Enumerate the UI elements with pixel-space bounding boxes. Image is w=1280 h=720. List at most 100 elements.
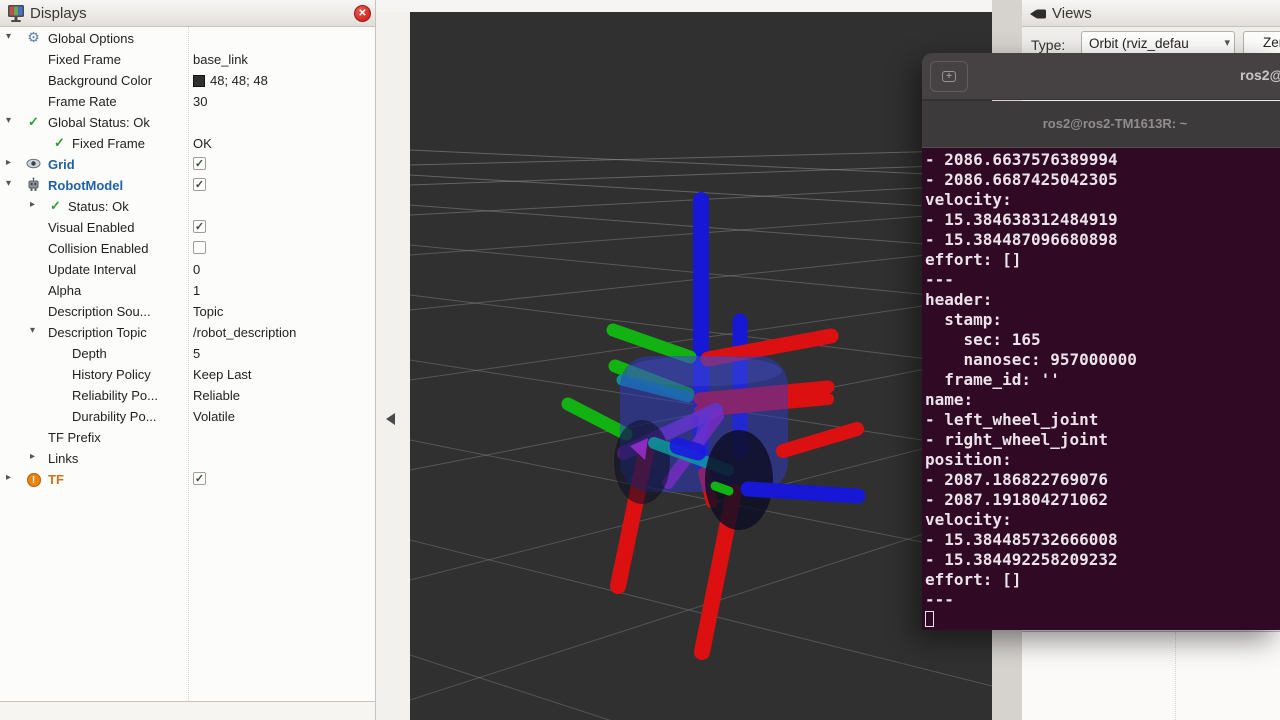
view-type-select[interactable]: Orbit (rviz_defau ▾ — [1081, 31, 1235, 55]
check-icon: ✓ — [50, 198, 61, 213]
checkbox-grid[interactable]: ✓ — [193, 157, 206, 170]
views-panel-header[interactable]: Views — [1022, 0, 1280, 27]
collapse-arrow-icon[interactable]: ▸ — [30, 451, 35, 462]
tree-row-durability-po[interactable]: Durability Po... Volatile — [0, 406, 375, 427]
collapse-arrow-icon[interactable]: ▸ — [6, 157, 11, 168]
3d-viewport[interactable] — [376, 0, 992, 720]
terminal-line: --- — [925, 590, 1280, 610]
left-splitter[interactable] — [376, 0, 410, 720]
check-icon: ✓ — [28, 114, 39, 129]
tree-label-collision-enabled: Collision Enabled — [48, 241, 148, 256]
terminal-line: position: — [925, 450, 1280, 470]
tree-value-history-policy[interactable]: Keep Last — [193, 367, 252, 382]
close-icon[interactable]: ✕ — [354, 5, 371, 22]
terminal-tab-bar[interactable]: ros2@ros2-TM1613R: ~ — [922, 101, 1280, 148]
tree-row-description-topic[interactable]: ▾Description Topic/robot_description — [0, 322, 375, 343]
tree-label-background-color: Background Color — [48, 73, 152, 88]
tree-row-alpha[interactable]: Alpha 1 — [0, 280, 375, 301]
terminal-cursor-line — [925, 610, 1280, 630]
tree-label-tf-prefix: TF Prefix — [48, 430, 101, 445]
tree-row-links[interactable]: ▸ Links — [0, 448, 375, 469]
terminal-line: - 15.384492258209232 — [925, 550, 1280, 570]
tf-y-axis-wheel — [715, 486, 729, 491]
expand-arrow-icon[interactable]: ▾ — [6, 115, 11, 126]
checkbox-visual-enabled[interactable]: ✓ — [193, 220, 206, 233]
tree-value-durability-po[interactable]: Volatile — [193, 409, 235, 424]
tree-row-fixed-frame[interactable]: ✓ Fixed Frame OK — [0, 133, 375, 154]
tree-label-depth: Depth — [72, 346, 107, 361]
collapse-arrow-icon[interactable]: ▸ — [30, 199, 35, 210]
tree-value-alpha[interactable]: 1 — [193, 283, 200, 298]
tree-label-fixed-frame: Fixed Frame — [72, 136, 145, 151]
terminal-line: - 15.384485732666008 — [925, 530, 1280, 550]
tree-row-background-color[interactable]: Background Color 48; 48; 48 — [0, 70, 375, 91]
tree-value-description-topic[interactable]: /robot_description — [193, 325, 296, 340]
zero-button[interactable]: Zero — [1243, 31, 1280, 55]
views-panel-title: Views — [1052, 5, 1092, 22]
tf-z-axis-right — [748, 489, 858, 496]
tree-row-reliability-po[interactable]: Reliability Po...Reliable — [0, 385, 375, 406]
tree-label-frame-rate: Frame Rate — [48, 94, 117, 109]
terminal-line: header: — [925, 290, 1280, 310]
terminal-output[interactable]: - 2086.6637576389994- 2086.6687425042305… — [922, 148, 1280, 630]
tree-row-description-sou[interactable]: Description Sou...Topic — [0, 301, 375, 322]
terminal-line: frame_id: '' — [925, 370, 1280, 390]
tree-row-history-policy[interactable]: History PolicyKeep Last — [0, 364, 375, 385]
tree-label-durability-po: Durability Po... — [72, 409, 157, 424]
terminal-line: - 15.384487096680898 — [925, 230, 1280, 250]
views-list-area[interactable] — [1022, 631, 1280, 720]
tree-label-fixed-frame: Fixed Frame — [48, 52, 121, 67]
new-tab-button[interactable]: + — [930, 61, 968, 92]
checkbox-tf[interactable]: ✓ — [193, 472, 206, 485]
displays-icon — [7, 4, 25, 23]
collapse-arrow-icon[interactable]: ▸ — [6, 472, 11, 483]
expand-arrow-icon[interactable]: ▾ — [6, 31, 11, 42]
tree-value-background-color[interactable]: 48; 48; 48 — [193, 73, 268, 88]
tree-value-frame-rate[interactable]: 30 — [193, 94, 207, 109]
tree-value-fixed-frame[interactable]: base_link — [193, 52, 248, 67]
warning-icon: ! — [27, 473, 41, 487]
tree-label-visual-enabled: Visual Enabled — [48, 220, 135, 235]
terminal-line: - 2086.6637576389994 — [925, 150, 1280, 170]
tree-label-alpha: Alpha — [48, 283, 81, 298]
displays-panel-header[interactable]: Displays ✕ — [0, 0, 375, 27]
tree-row-grid[interactable]: ▸Grid✓ — [0, 154, 375, 175]
tree-value-reliability-po[interactable]: Reliable — [193, 388, 240, 403]
color-swatch — [193, 75, 205, 87]
checkbox-robotmodel[interactable]: ✓ — [193, 178, 206, 191]
check-icon: ✓ — [54, 135, 65, 150]
terminal-titlebar[interactable]: + ros2@ros2-TM1613R: ~ — [922, 53, 1280, 100]
checkbox-collision-enabled[interactable] — [193, 241, 206, 254]
tree-row-depth[interactable]: Depth 5 — [0, 343, 375, 364]
expand-arrow-icon[interactable]: ▾ — [6, 178, 11, 189]
tree-row-collision-enabled[interactable]: Collision Enabled — [0, 238, 375, 259]
tree-row-robotmodel[interactable]: ▾RobotModel✓ — [0, 175, 375, 196]
tree-label-update-interval: Update Interval — [48, 262, 136, 277]
tree-label-tf: TF — [48, 472, 64, 487]
tree-row-tf-prefix[interactable]: TF Prefix — [0, 427, 375, 448]
tree-label-status-ok: Status: Ok — [68, 199, 129, 214]
tree-row-global-status-ok[interactable]: ▾✓Global Status: Ok — [0, 112, 375, 133]
tree-value-update-interval[interactable]: 0 — [193, 262, 200, 277]
terminal-line: - 2086.6687425042305 — [925, 170, 1280, 190]
robot-body-top-face — [626, 356, 782, 386]
terminal-line: effort: [] — [925, 570, 1280, 590]
tree-row-visual-enabled[interactable]: Visual Enabled ✓ — [0, 217, 375, 238]
tree-row-fixed-frame[interactable]: Fixed Frame base_link — [0, 49, 375, 70]
terminal-tab-label[interactable]: ros2@ros2-TM1613R: ~ — [1043, 116, 1188, 131]
terminal-window[interactable]: + ros2@ros2-TM1613R: ~ ros2@ros2-TM1613R… — [922, 53, 1280, 630]
tree-row-update-interval[interactable]: Update Interval 0 — [0, 259, 375, 280]
tree-row-tf[interactable]: ▸! TF ✓ — [0, 469, 375, 490]
tree-row-status-ok[interactable]: ▸ ✓ Status: Ok — [0, 196, 375, 217]
tree-value-depth[interactable]: 5 — [193, 346, 200, 361]
views-list-column-divider — [1175, 632, 1176, 720]
tree-row-frame-rate[interactable]: Frame Rate 30 — [0, 91, 375, 112]
tree-row-global-options[interactable]: ▾⚙Global Options — [0, 28, 375, 49]
blue-joint-patch — [678, 446, 698, 452]
rviz-window: Displays ✕ ▾⚙Global Options Fixed Frame ba… — [0, 0, 1280, 720]
tree-value-description-sou[interactable]: Topic — [193, 304, 223, 319]
robot-icon — [26, 177, 41, 192]
tree-value-fixed-frame[interactable]: OK — [193, 136, 212, 151]
expand-arrow-icon[interactable]: ▾ — [30, 325, 35, 336]
tree-label-links: Links — [48, 451, 78, 466]
